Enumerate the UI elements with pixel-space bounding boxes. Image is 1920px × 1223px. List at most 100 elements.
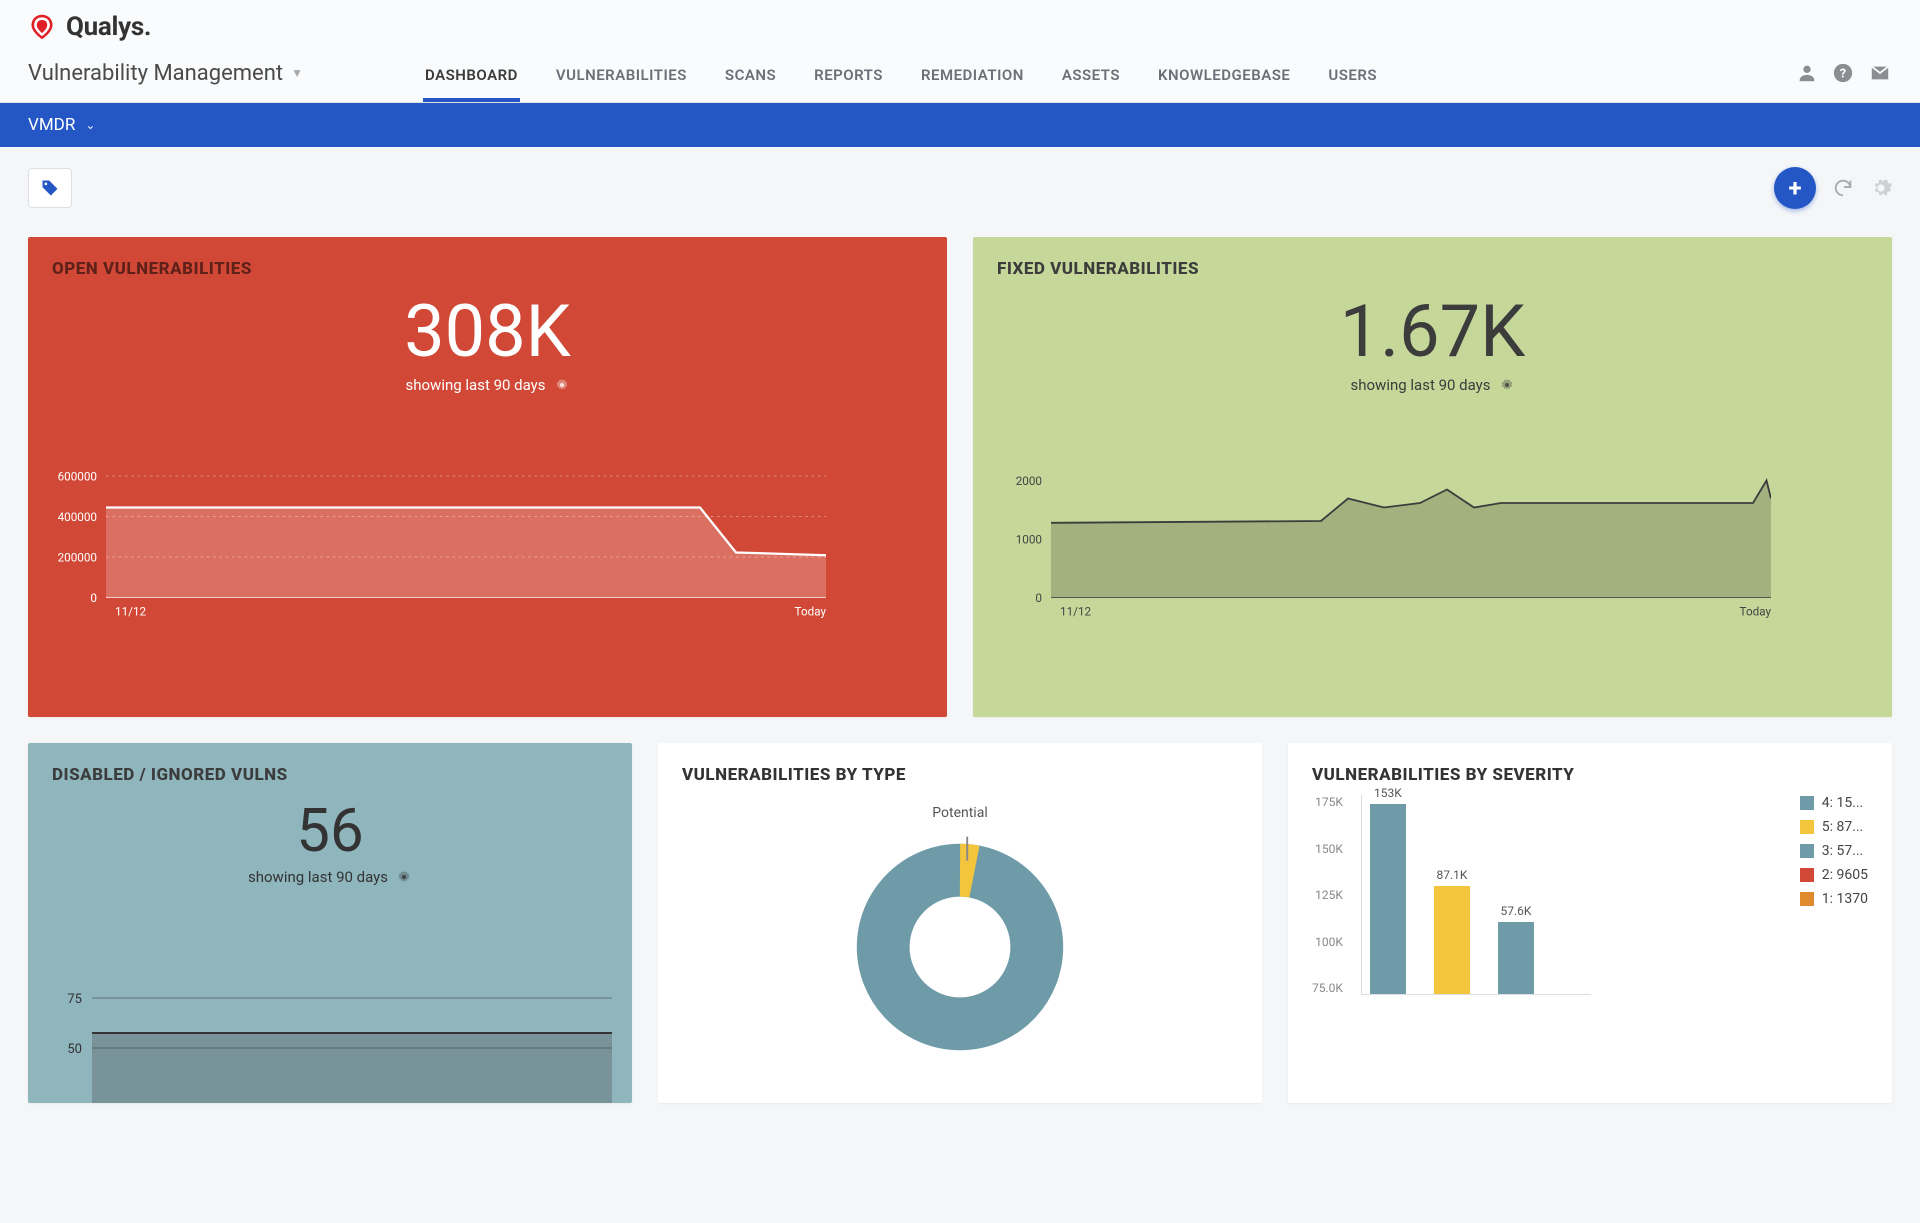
card-title: OPEN VULNERABILITIES <box>52 259 923 279</box>
tab-assets[interactable]: ASSETS <box>1060 56 1122 102</box>
legend-label: 4: 15... <box>1822 795 1864 811</box>
legend-swatch-icon <box>1800 892 1814 906</box>
svg-text:0: 0 <box>1035 591 1042 605</box>
bar-rect <box>1498 922 1534 994</box>
gear-icon[interactable] <box>554 377 570 393</box>
tag-icon <box>40 178 60 198</box>
gear-icon[interactable] <box>1499 377 1515 393</box>
dashboard-name: VMDR <box>28 115 75 135</box>
tab-reports[interactable]: REPORTS <box>812 56 885 102</box>
bar-value-label: 57.6K <box>1500 904 1531 918</box>
card-title: DISABLED / IGNORED VULNS <box>52 765 608 785</box>
svg-text:?: ? <box>1840 67 1846 82</box>
card-title: VULNERABILITIES BY TYPE <box>682 765 1238 785</box>
y-tick: 150K <box>1312 842 1343 856</box>
bar-column: 57.6K <box>1498 904 1534 994</box>
svg-text:200000: 200000 <box>58 551 97 565</box>
y-tick: 175K <box>1312 795 1343 809</box>
card-vulns-by-type[interactable]: VULNERABILITIES BY TYPE Potential <box>658 743 1262 1103</box>
disabled-subline: showing last 90 days <box>52 868 608 886</box>
open-trend-chart: 600000 400000 200000 0 11/12 Today <box>52 467 826 647</box>
bar-column: 153K <box>1370 786 1406 994</box>
svg-text:600000: 600000 <box>58 470 97 484</box>
bar-rect <box>1434 886 1470 994</box>
card-title: FIXED VULNERABILITIES <box>997 259 1868 279</box>
tab-remediation[interactable]: REMEDIATION <box>919 56 1026 102</box>
legend-swatch-icon <box>1800 820 1814 834</box>
svg-text:0: 0 <box>90 591 97 605</box>
bar-rect <box>1370 804 1406 994</box>
svg-text:400000: 400000 <box>58 510 97 524</box>
legend-label: 3: 57... <box>1822 843 1864 859</box>
bar-value-label: 87.1K <box>1436 868 1467 882</box>
fixed-value: 1.67K <box>997 289 1868 374</box>
disabled-trend-chart: 75 50 <box>52 983 612 1103</box>
tab-scans[interactable]: SCANS <box>723 56 778 102</box>
nav-row: Vulnerability Management ▼ DASHBOARD VULN… <box>28 56 1892 102</box>
chevron-down-icon: ⌄ <box>85 118 95 132</box>
svg-text:11/12: 11/12 <box>1060 605 1092 619</box>
severity-bar-chart: 175K150K125K100K75.0K 153K87.1K57.6K 4: … <box>1312 795 1868 995</box>
brand-name: Qualys. <box>66 12 151 42</box>
refresh-icon[interactable] <box>1832 177 1854 199</box>
svg-text:2000: 2000 <box>1016 474 1042 488</box>
dashboard-selector-bar[interactable]: VMDR ⌄ <box>0 103 1920 147</box>
svg-text:50: 50 <box>67 1042 82 1057</box>
card-fixed-vulnerabilities[interactable]: FIXED VULNERABILITIES 1.67K showing last… <box>973 237 1892 717</box>
donut-slice-label: Potential <box>932 805 987 821</box>
card-disabled-ignored[interactable]: DISABLED / IGNORED VULNS 56 showing last… <box>28 743 632 1103</box>
nav-tabs: DASHBOARD VULNERABILITIES SCANS REPORTS REME… <box>423 56 1379 102</box>
donut-chart: Potential <box>682 805 1238 1067</box>
header-actions: ? <box>1796 62 1892 96</box>
y-tick: 100K <box>1312 935 1343 949</box>
app-header: Qualys. Vulnerability Management ▼ DASHB… <box>0 0 1920 103</box>
bar-value-label: 153K <box>1374 786 1402 800</box>
help-icon[interactable]: ? <box>1832 62 1854 84</box>
tab-vulnerabilities[interactable]: VULNERABILITIES <box>554 56 689 102</box>
svg-text:11/12: 11/12 <box>115 605 147 619</box>
bar-y-axis: 175K 150K 125K 100K 75.0K <box>1312 795 1343 995</box>
app-title-text: Vulnerability Management <box>28 61 283 86</box>
donut-icon <box>840 827 1080 1067</box>
add-widget-button[interactable]: + <box>1774 167 1816 209</box>
bar-area: 153K87.1K57.6K <box>1361 795 1591 995</box>
legend-label: 1: 1370 <box>1822 891 1868 907</box>
gear-icon[interactable] <box>396 869 412 885</box>
brand-row: Qualys. <box>28 12 1892 56</box>
legend-item[interactable]: 2: 9605 <box>1800 867 1868 883</box>
open-value: 308K <box>52 289 923 374</box>
svg-text:75: 75 <box>67 992 82 1007</box>
bar-column: 87.1K <box>1434 868 1470 994</box>
svg-text:Today: Today <box>795 605 826 619</box>
legend-item[interactable]: 3: 57... <box>1800 843 1868 859</box>
open-subline: showing last 90 days <box>52 376 923 394</box>
user-icon[interactable] <box>1796 62 1818 84</box>
legend-item[interactable]: 1: 1370 <box>1800 891 1868 907</box>
svg-text:1000: 1000 <box>1016 533 1042 547</box>
legend-item[interactable]: 5: 87... <box>1800 819 1868 835</box>
card-vulns-by-severity[interactable]: VULNERABILITIES BY SEVERITY 175K 150K 125K… <box>1288 743 1892 1103</box>
legend-label: 5: 87... <box>1822 819 1864 835</box>
app-switcher[interactable]: Vulnerability Management ▼ <box>28 61 303 98</box>
mail-icon[interactable] <box>1868 62 1892 84</box>
legend-item[interactable]: 4: 15... <box>1800 795 1868 811</box>
legend-label: 2: 9605 <box>1822 867 1868 883</box>
tag-filter-button[interactable] <box>28 168 72 208</box>
card-title: VULNERABILITIES BY SEVERITY <box>1312 765 1868 785</box>
dashboard-grid: OPEN VULNERABILITIES 308K showing last 9… <box>0 217 1920 1123</box>
tab-users[interactable]: USERS <box>1326 56 1379 102</box>
fixed-subline: showing last 90 days <box>997 376 1868 394</box>
y-tick: 125K <box>1312 888 1343 902</box>
disabled-value: 56 <box>52 795 608 866</box>
y-tick: 75.0K <box>1312 981 1343 995</box>
card-open-vulnerabilities[interactable]: OPEN VULNERABILITIES 308K showing last 9… <box>28 237 947 717</box>
tab-knowledgebase[interactable]: KNOWLEDGEBASE <box>1156 56 1292 102</box>
tab-dashboard[interactable]: DASHBOARD <box>423 56 520 102</box>
legend-swatch-icon <box>1800 844 1814 858</box>
qualys-logo-icon <box>28 13 56 41</box>
legend-swatch-icon <box>1800 868 1814 882</box>
fixed-trend-chart: 2000 1000 0 11/12 Today <box>997 467 1771 647</box>
dashboard-toolbar: + <box>0 147 1920 217</box>
bar-legend: 4: 15... 5: 87... 3: 57... 2: 9605 1: 1370 <box>1800 795 1868 995</box>
settings-gear-icon[interactable] <box>1870 177 1892 199</box>
